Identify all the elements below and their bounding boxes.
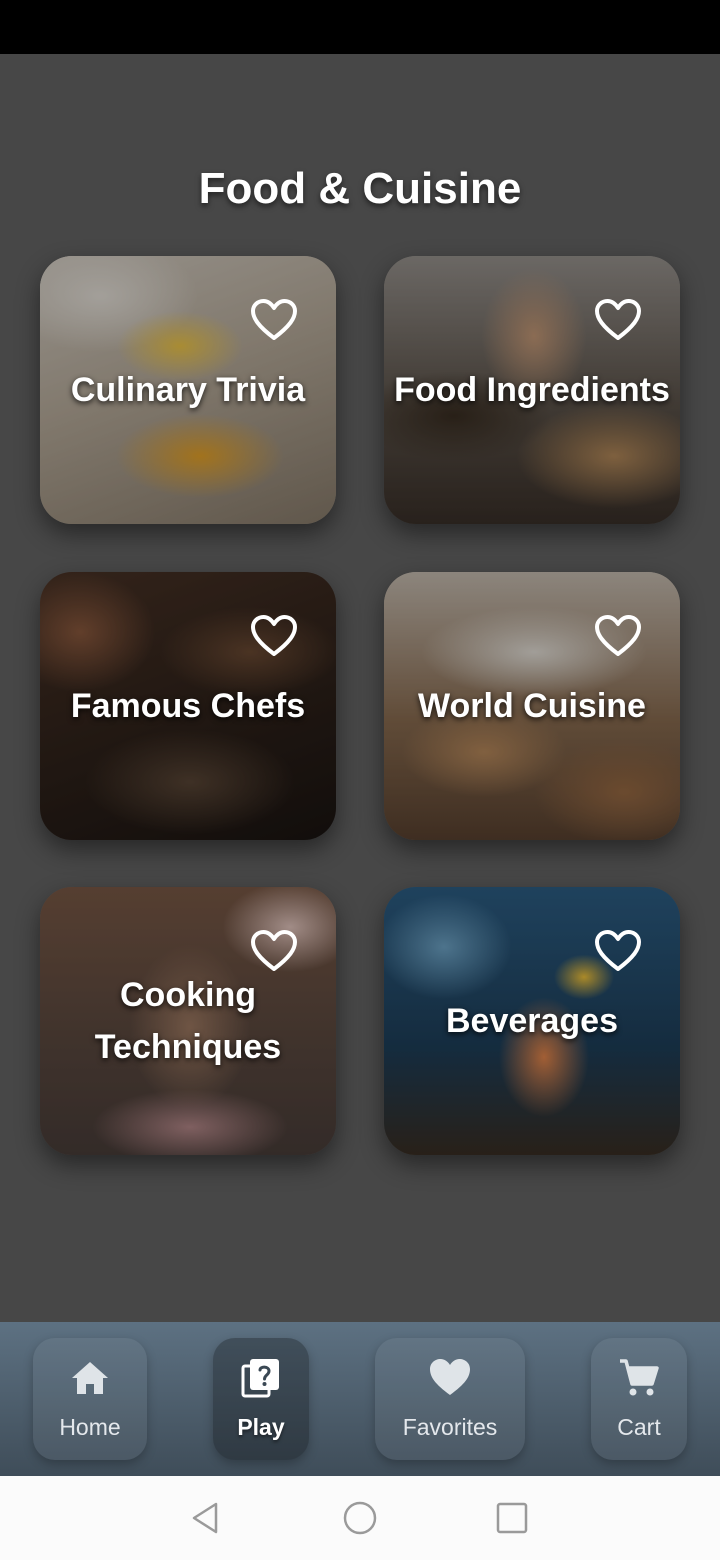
status-bar <box>0 0 720 54</box>
category-card-famous-chefs[interactable]: Famous Chefs <box>40 572 336 840</box>
nav-home[interactable]: Home <box>33 1338 147 1460</box>
nav-label: Play <box>237 1414 285 1440</box>
category-card-culinary-trivia[interactable]: Culinary Trivia <box>40 256 336 524</box>
cart-icon <box>620 1359 659 1396</box>
home-icon <box>72 1362 108 1394</box>
favorite-heart-icon[interactable] <box>250 298 298 342</box>
category-label: Famous Chefs <box>70 687 306 725</box>
category-label: Food Ingredients <box>394 371 670 409</box>
nav-label: Favorites <box>402 1414 498 1440</box>
system-navigation-bar <box>0 1476 720 1560</box>
category-card-cooking-techniques[interactable]: Cooking Techniques <box>40 887 336 1155</box>
category-label: Beverages <box>445 1002 618 1040</box>
nav-play[interactable]: Play <box>213 1338 309 1460</box>
heart-icon <box>430 1359 470 1395</box>
back-triangle-icon[interactable] <box>188 1500 224 1536</box>
category-card-world-cuisine[interactable]: World Cuisine <box>384 572 680 840</box>
favorite-heart-icon[interactable] <box>594 298 642 342</box>
recents-square-icon[interactable] <box>494 1500 530 1536</box>
page-title: Food & Cuisine <box>198 164 522 213</box>
category-card-beverages[interactable]: Beverages <box>384 887 680 1155</box>
category-label: World Cuisine <box>418 687 646 725</box>
favorite-heart-icon[interactable] <box>250 929 298 973</box>
quiz-icon <box>241 1359 279 1398</box>
favorite-heart-icon[interactable] <box>594 929 642 973</box>
favorite-heart-icon[interactable] <box>594 614 642 658</box>
nav-cart[interactable]: Cart <box>591 1338 687 1460</box>
favorite-heart-icon[interactable] <box>250 614 298 658</box>
nav-label: Cart <box>617 1414 661 1440</box>
category-label: Cooking Techniques <box>94 976 282 1066</box>
nav-label: Home <box>59 1414 121 1440</box>
category-label: Culinary Trivia <box>70 371 306 409</box>
bottom-navigation: Home Play Favorites Cart <box>0 1322 720 1476</box>
category-card-food-ingredients[interactable]: Food Ingredients <box>384 256 680 524</box>
nav-favorites[interactable]: Favorites <box>375 1338 525 1460</box>
home-circle-icon[interactable] <box>342 1500 378 1536</box>
